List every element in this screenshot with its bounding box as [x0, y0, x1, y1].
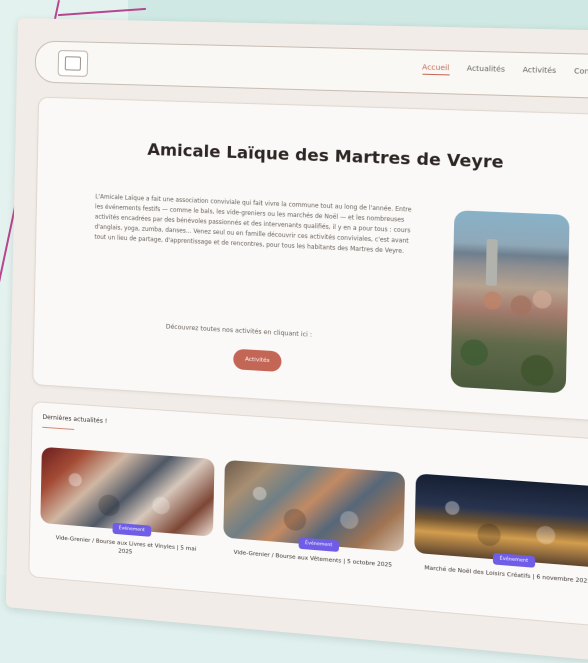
nav-link-news[interactable]: Actualités: [467, 64, 505, 77]
site-logo[interactable]: [58, 50, 89, 77]
news-title[interactable]: Vide-Grenier / Bourse aux Vêtements | 5 …: [231, 548, 394, 570]
section-divider: [42, 427, 74, 430]
website-screenshot: Accueil Actualités Activités Contacts Am…: [6, 18, 588, 663]
event-tag: Événement: [299, 537, 339, 552]
news-card[interactable]: Événement Vide-Grenier / Bourse aux Livr…: [40, 447, 215, 570]
town-photo: [451, 210, 570, 393]
hero-section: Amicale Laïque des Martres de Veyre L'Am…: [32, 97, 588, 423]
news-title[interactable]: Marché de Noël des Loisirs Créatifs | 6 …: [423, 564, 588, 586]
recent-news-section: Dernières actualités ! Événement Vide-Gr…: [28, 401, 588, 628]
nav-link-home[interactable]: Accueil: [422, 63, 449, 75]
cta-text: Découvrez toutes nos activités en cliqua…: [166, 323, 312, 338]
event-tag: Événement: [112, 523, 151, 537]
nav-link-contacts[interactable]: Contacts: [574, 67, 588, 80]
intro-text: L'Amicale Laïque a fait une association …: [94, 192, 419, 258]
nav-links: Accueil Actualités Activités Contacts: [422, 63, 588, 79]
news-title[interactable]: Vide-Grenier / Bourse aux Livres et Viny…: [48, 534, 205, 563]
news-card[interactable]: Événement Marché de Noël des Loisirs Cré…: [414, 473, 588, 602]
top-navigation: Accueil Actualités Activités Contacts: [35, 40, 588, 99]
section-title: Dernières actualités !: [42, 414, 107, 425]
news-cards: Événement Vide-Grenier / Bourse aux Livr…: [40, 447, 588, 602]
event-tag: Événement: [493, 553, 535, 568]
news-card[interactable]: Événement Vide-Grenier / Bourse aux Vête…: [223, 460, 406, 586]
page-title: Amicale Laïque des Martres de Veyre: [38, 136, 588, 177]
nav-link-activities[interactable]: Activités: [523, 66, 557, 79]
activities-button[interactable]: Activités: [233, 349, 282, 372]
